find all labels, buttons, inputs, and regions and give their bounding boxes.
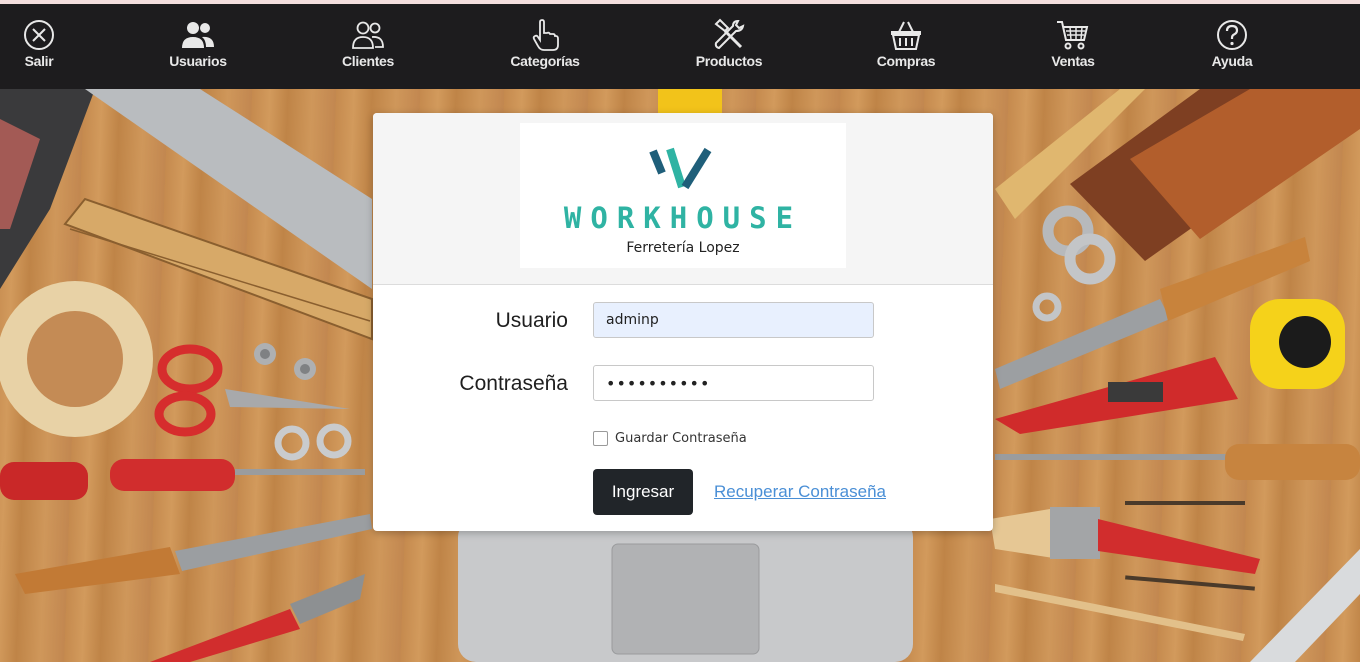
logo-brand: WORKHOUSE [563,201,803,235]
nav-label-compras: Compras [876,53,936,69]
users-outline-icon [352,21,384,49]
logo-subtitle: Ferretería Lopez [626,240,740,256]
login-card: WORKHOUSE Ferretería Lopez Usuario Contr… [373,113,993,531]
nav-label-categorias: Categorías [510,53,580,69]
nav-ayuda[interactable]: Ayuda [1177,18,1287,69]
tools-icon [714,18,745,50]
remember-password-checkbox[interactable] [593,431,608,446]
card-header: WORKHOUSE Ferretería Lopez [373,113,993,285]
password-input[interactable] [593,365,874,401]
remember-password-label[interactable]: Guardar Contraseña [615,431,747,446]
w-mark-icon [649,147,712,190]
cart-icon [1057,21,1089,50]
nav-clientes[interactable]: Clientes [313,18,423,69]
nav-label-usuarios: Usuarios [169,53,227,69]
nav-label-productos: Productos [695,53,763,69]
nav-ventas[interactable]: Ventas [1018,18,1128,69]
nav-categorias[interactable]: Categorías [490,18,600,69]
nav-label-ventas: Ventas [1051,53,1095,69]
password-label: Contraseña [459,372,568,395]
users-icon [182,22,214,48]
pointer-hand-icon [532,19,559,51]
nav-usuarios[interactable]: Usuarios [143,18,253,69]
close-circle-icon [24,20,54,50]
nav-compras[interactable]: Compras [851,18,961,69]
username-input[interactable] [593,302,874,338]
login-button[interactable]: Ingresar [593,469,693,515]
workhouse-logo: WORKHOUSE Ferretería Lopez [520,123,846,268]
nav-label-clientes: Clientes [341,53,395,69]
nav-label-ayuda: Ayuda [1211,53,1253,69]
question-circle-icon [1217,20,1247,50]
recover-password-link[interactable]: Recuperar Contraseña [714,482,886,502]
nav-productos[interactable]: Productos [674,18,784,69]
basket-icon [891,21,921,50]
nav-salir[interactable]: Salir [0,18,94,69]
top-navbar: Salir Usuarios Clientes Categorías Produ… [0,4,1360,89]
nav-label-salir: Salir [24,53,54,69]
username-label: Usuario [495,309,568,332]
